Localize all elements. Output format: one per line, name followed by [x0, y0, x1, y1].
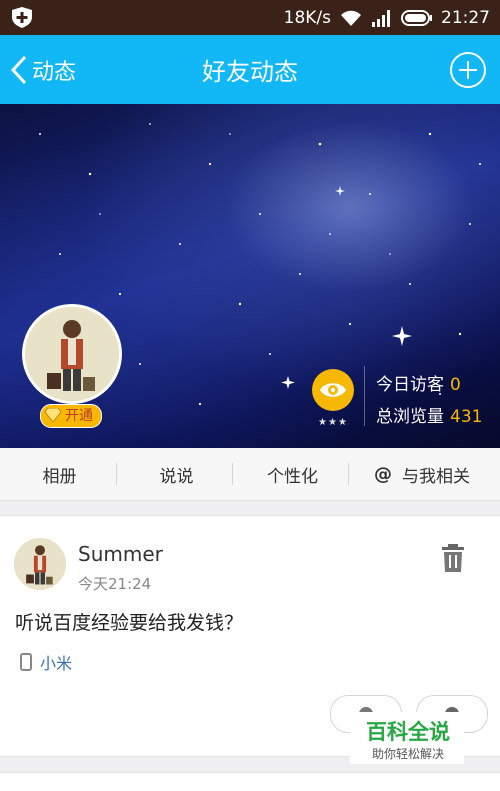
watermark-title: 百科全说 [366, 720, 450, 744]
watermark-subtitle: 助你轻松解决 [372, 747, 445, 761]
navbar: 动态 好友动态 [0, 35, 500, 104]
visitor-badge[interactable] [312, 369, 354, 411]
device-name: 小米 [40, 654, 73, 673]
at-icon: @ [374, 463, 392, 485]
watermark-logo: 百科全说 助你轻松解决 [350, 712, 464, 764]
visitors-today-label: 今日访客 [376, 375, 444, 395]
visitor-level-stars: ★★★ [318, 417, 348, 428]
wifi-icon [341, 10, 361, 26]
tab-shuoshuo[interactable]: 说说 [119, 448, 234, 500]
tab-divider [116, 463, 117, 485]
post-time: 今天21:24 [78, 575, 152, 593]
profile-cover: 开通 ★★★ 今日访客 0 总浏览量 431 [0, 104, 500, 448]
phone-icon [20, 653, 32, 671]
total-views-count: 431 [450, 407, 483, 427]
vip-label: 开通 [65, 408, 93, 424]
vip-open-button[interactable]: 开通 [40, 404, 102, 428]
eye-icon [320, 383, 346, 397]
gem-icon [45, 408, 61, 422]
page-title: 好友动态 [202, 58, 298, 86]
next-feed-card [0, 772, 500, 791]
tab-related-to-me[interactable]: @ 与我相关 [357, 448, 487, 500]
post-text: 听说百度经验要给我发钱？ [15, 612, 244, 634]
status-bar: 18K/s 21:27 [0, 0, 500, 35]
tab-album-label: 相册 [42, 466, 77, 487]
clock: 21:27 [441, 7, 490, 28]
tab-related-label: 与我相关 [402, 466, 470, 487]
profile-tabbar: 相册 说说 个性化 @ 与我相关 [0, 448, 500, 501]
signal-icon [372, 9, 390, 27]
avatar-illustration [25, 307, 119, 401]
tab-personalize[interactable]: 个性化 [235, 448, 350, 500]
tab-album[interactable]: 相册 [2, 448, 117, 500]
total-views[interactable]: 总浏览量 431 [376, 402, 482, 427]
tab-shuoshuo-label: 说说 [159, 466, 194, 487]
tab-divider [232, 463, 233, 485]
tab-personalize-label: 个性化 [267, 466, 318, 487]
tab-divider [348, 463, 349, 485]
profile-avatar[interactable] [22, 304, 122, 404]
visitors-today[interactable]: 今日访客 0 [376, 370, 461, 395]
stats-divider [364, 366, 365, 426]
trash-icon[interactable] [441, 544, 465, 572]
post-device[interactable]: 小米 [20, 650, 72, 674]
add-icon[interactable] [450, 52, 486, 88]
network-speed: 18K/s [283, 7, 331, 28]
post-author-avatar[interactable] [14, 538, 66, 590]
total-views-label: 总浏览量 [376, 407, 444, 427]
shield-icon [12, 7, 32, 28]
post-author-name[interactable]: Summer [78, 542, 163, 566]
avatar-illustration [14, 538, 66, 590]
visitors-today-count: 0 [450, 375, 461, 395]
battery-icon [401, 9, 432, 26]
